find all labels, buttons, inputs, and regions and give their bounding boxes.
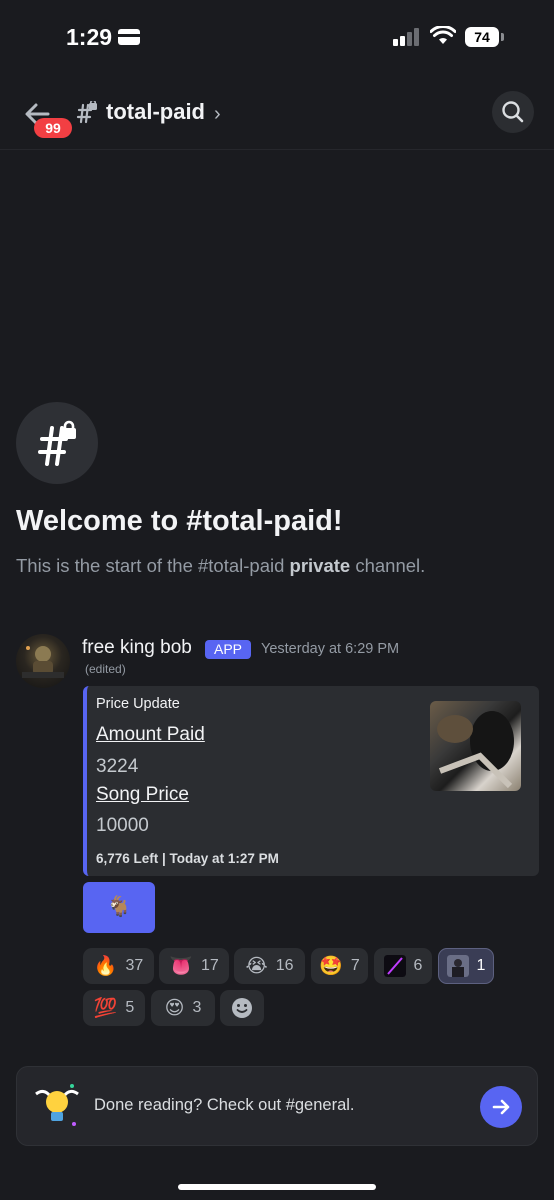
reaction-count: 6 — [413, 957, 423, 974]
message-author[interactable]: free king bob — [82, 637, 192, 659]
goat-button[interactable]: 🐐 — [83, 882, 155, 933]
lightbulb-icon — [35, 1084, 79, 1126]
edited-label: (edited) — [85, 662, 126, 676]
app-tag: APP — [205, 640, 251, 659]
message-timestamp: Yesterday at 6:29 PM — [261, 641, 400, 657]
avatar-image — [22, 646, 64, 678]
hash-lock-icon — [76, 101, 97, 124]
unread-badge: 99 — [34, 118, 72, 138]
reaction-count: 5 — [125, 999, 135, 1016]
banner-text: Done reading? Check out #general. — [94, 1096, 355, 1114]
search-icon — [502, 101, 524, 123]
tongue-icon: 👅 — [169, 956, 193, 977]
home-indicator[interactable] — [178, 1184, 376, 1190]
search-button[interactable] — [492, 91, 534, 133]
reaction-count: 16 — [275, 957, 294, 974]
reaction-count: 3 — [192, 999, 202, 1016]
embed-field-name: Song Price — [96, 784, 189, 805]
channel-title[interactable]: total-paid — [106, 99, 205, 125]
fire-icon: 🔥 — [93, 956, 118, 977]
arrow-right-icon — [492, 1099, 510, 1115]
reaction-fire[interactable]: 🔥 37 — [83, 948, 154, 984]
channel-icon — [16, 402, 98, 484]
custom-emoji-icon — [383, 955, 406, 977]
signal-icon — [393, 28, 423, 46]
battery-icon: 74 — [465, 27, 499, 47]
reaction-count: 7 — [350, 957, 360, 974]
sob-icon: 😭 — [245, 955, 268, 977]
reaction-star-struck[interactable]: 🤩 7 — [311, 948, 368, 984]
embed-field-name: Amount Paid — [96, 724, 205, 745]
embed-field-value: 10000 — [96, 815, 149, 836]
smiley-icon — [232, 998, 252, 1018]
star-struck-icon: 🤩 — [319, 956, 343, 977]
hash-lock-icon — [38, 420, 76, 466]
embed-footer: 6,776 Left | Today at 1:27 PM — [96, 851, 279, 866]
hundred-icon: 💯 — [93, 998, 118, 1019]
avatar[interactable] — [16, 634, 70, 688]
reaction-heart-eyes[interactable]: 😍 3 — [151, 990, 215, 1026]
reaction-sob[interactable]: 😭 16 — [234, 948, 305, 984]
battery-tip — [501, 33, 504, 41]
embed-field-value: 3224 — [96, 756, 139, 777]
welcome-title: Welcome to #total-paid! — [16, 505, 343, 537]
embed-title: Price Update — [96, 696, 180, 712]
status-bar: 1:29 74 — [0, 0, 554, 72]
card-icon — [118, 29, 140, 45]
add-reaction-button[interactable] — [220, 990, 264, 1026]
wifi-icon — [430, 26, 456, 44]
thumbnail-image — [437, 711, 514, 789]
reaction-count: 17 — [200, 957, 219, 974]
status-time: 1:29 — [66, 24, 113, 50]
reaction-hundred[interactable]: 💯 5 — [83, 990, 145, 1026]
reaction-custom-photo-selected[interactable]: 1 — [438, 948, 494, 984]
reaction-count: 37 — [125, 957, 144, 974]
welcome-subtitle: This is the start of the #total-paid pri… — [16, 555, 426, 576]
go-button[interactable] — [480, 1086, 522, 1128]
custom-emoji-icon — [446, 955, 469, 977]
reaction-custom-slash[interactable]: 6 — [374, 948, 432, 984]
chevron-right-icon[interactable]: › — [214, 103, 221, 126]
heart-eyes-icon: 😍 — [164, 997, 185, 1019]
embed-thumbnail[interactable] — [430, 701, 521, 791]
reaction-count: 1 — [476, 957, 486, 974]
reaction-tongue[interactable]: 👅 17 — [159, 948, 229, 984]
